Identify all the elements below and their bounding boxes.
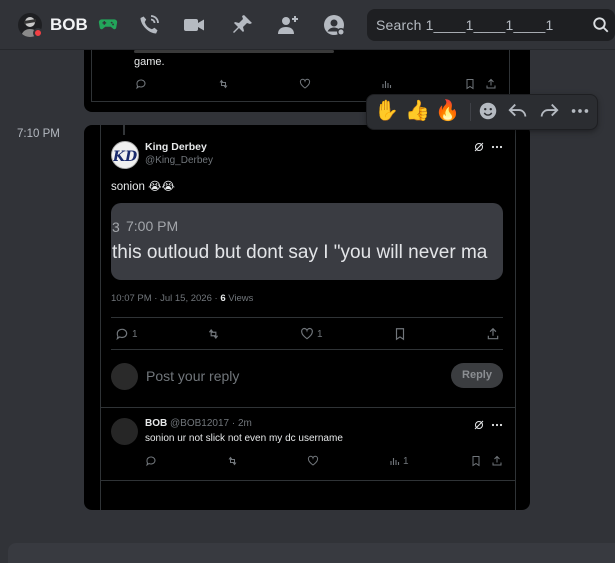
bookmark-icon[interactable] [393, 327, 407, 341]
author-avatar[interactable]: KD [111, 141, 139, 169]
repost-icon[interactable] [217, 78, 230, 90]
bookmark-icon[interactable] [470, 455, 482, 467]
dm-title: BOB [50, 15, 88, 34]
grok-icon[interactable] [473, 419, 485, 431]
reply-arrow-icon[interactable] [507, 100, 529, 122]
video-call-icon[interactable] [182, 13, 206, 37]
previous-tweet-text: game. [134, 56, 165, 68]
reply-icon[interactable] [135, 78, 147, 90]
dnd-status-icon [33, 28, 43, 38]
more-options-icon[interactable] [491, 142, 503, 152]
search-icon[interactable] [592, 16, 610, 34]
grok-icon[interactable] [473, 141, 485, 153]
repost-icon[interactable] [206, 327, 221, 341]
more-actions-icon[interactable] [569, 100, 591, 122]
reply-author-meta: @BOB12017 · 2m [167, 418, 252, 429]
search-placeholder: Search 1____1____1____1 [376, 17, 554, 33]
message-timestamp: 7:10 PM [17, 128, 60, 140]
voice-call-icon[interactable] [137, 13, 161, 37]
posted-at: 10:07 PM · Jul 15, 2026 · [111, 293, 221, 304]
clipped-glyph: 3 [112, 219, 120, 235]
share-icon[interactable] [486, 327, 500, 341]
reaction-raised-hand[interactable]: ✋ [374, 99, 399, 123]
tweet-text: sonion 😭😭 [111, 181, 175, 193]
like-icon[interactable] [300, 327, 314, 341]
media-message-text: this outloud but dont say I "you will ne… [112, 242, 488, 263]
toolbar-divider [470, 103, 471, 121]
reaction-thumbs-up[interactable]: 👍 [405, 99, 430, 123]
repost-icon[interactable] [226, 455, 239, 467]
composer-avatar [111, 363, 138, 390]
reply-input[interactable]: Post your reply [146, 368, 239, 384]
author-handle[interactable]: @King_Derbey [145, 155, 213, 166]
tweet-meta: 10:07 PM · Jul 15, 2026 · 6 Views [111, 293, 253, 304]
channel-header: BOB Search 1____1____1____1 [0, 0, 615, 50]
divider [111, 349, 503, 350]
game-controller-icon[interactable] [97, 13, 121, 37]
more-options-icon[interactable] [491, 420, 503, 430]
views-count: 1 [403, 456, 409, 467]
reply-button[interactable]: Reply [451, 363, 503, 388]
reply-icon[interactable] [145, 455, 157, 467]
reply-text: sonion ur not slick not even my dc usern… [145, 433, 343, 444]
like-icon[interactable] [299, 78, 311, 90]
reply-author-name[interactable]: BOB [145, 418, 167, 429]
media-time-label: 7:00 PM [126, 218, 179, 234]
pinned-messages-icon[interactable] [230, 13, 254, 37]
reply-author-line: BOB @BOB12017 · 2m [145, 418, 252, 429]
reply-author-avatar[interactable] [111, 418, 138, 445]
avatar-initials: KD [112, 149, 138, 165]
divider [111, 317, 503, 318]
message-composer[interactable] [8, 543, 615, 563]
like-icon[interactable] [307, 455, 319, 467]
clipped-text-line [134, 50, 334, 53]
views-icon[interactable] [389, 455, 401, 467]
reply-count: 1 [132, 329, 138, 340]
views-label: Views [225, 293, 254, 304]
user-profile-icon[interactable] [322, 13, 346, 37]
thread-line [123, 125, 125, 135]
forward-icon[interactable] [538, 100, 560, 122]
share-icon[interactable] [485, 78, 497, 90]
author-name[interactable]: King Derbey [145, 141, 207, 153]
share-icon[interactable] [491, 455, 503, 467]
reply-icon[interactable] [115, 327, 129, 341]
divider [100, 480, 516, 481]
add-friends-icon[interactable] [276, 13, 300, 37]
bookmark-icon[interactable] [464, 78, 476, 90]
like-count: 1 [317, 329, 323, 340]
add-reaction-icon[interactable] [477, 100, 499, 122]
divider [100, 407, 516, 408]
reaction-fire[interactable]: 🔥 [435, 99, 460, 123]
views-icon[interactable] [381, 78, 393, 90]
